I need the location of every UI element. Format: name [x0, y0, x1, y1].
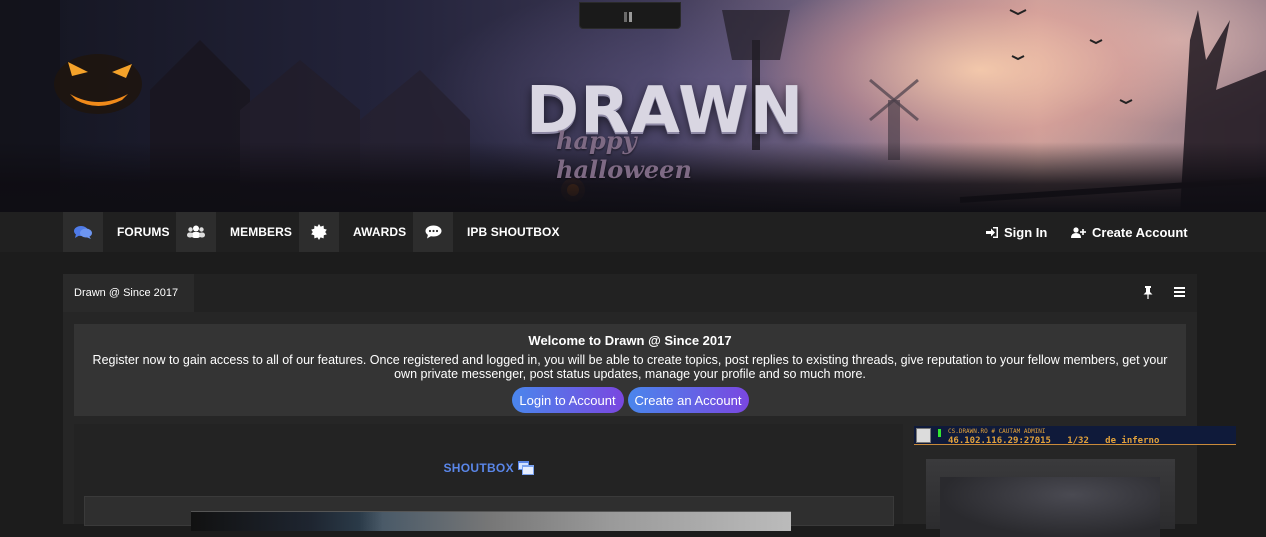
user-plus-icon: [1071, 226, 1086, 238]
sign-in-link[interactable]: Sign In: [986, 212, 1047, 252]
nav-item-forums[interactable]: FORUMS: [63, 212, 170, 252]
welcome-text: Register now to gain access to all of ou…: [92, 353, 1168, 381]
shoutbox-frame: [84, 496, 894, 531]
login-button[interactable]: Login to Account: [511, 387, 624, 413]
server-name: CS.DRAWN.RO # CAUTAM ADMINI: [948, 428, 1046, 435]
guest-welcome-message: Welcome to Drawn @ Since 2017 Register n…: [74, 324, 1186, 416]
game-server-banner[interactable]: CS.DRAWN.RO # CAUTAM ADMINI 46.102.116.2…: [914, 426, 1236, 446]
panel-tab-title[interactable]: Drawn @ Since 2017: [63, 274, 194, 312]
header-banner: DRAWN happy halloween: [0, 0, 1266, 212]
sidebar: CS.DRAWN.RO # CAUTAM ADMINI 46.102.116.2…: [914, 424, 1236, 537]
counter-strike-icon: [916, 428, 931, 443]
create-account-link[interactable]: Create Account: [1071, 212, 1188, 252]
content-panel: Drawn @ Since 2017 Welcome to Drawn @ Si…: [63, 274, 1236, 537]
windows-icon: [517, 460, 534, 475]
banner-toggle-button[interactable]: [579, 2, 681, 29]
nav-label-members: MEMBERS: [230, 225, 293, 239]
welcome-actions: Login to Account Create an Account: [74, 387, 1186, 413]
panel-header: Drawn @ Since 2017: [63, 274, 1197, 312]
award-badge-icon: [299, 212, 339, 252]
sidebar-widget-image: [940, 477, 1160, 537]
shoutbox-heading: SHOUTBOX: [74, 460, 903, 475]
sidebar-widget: [926, 459, 1175, 537]
shoutbox-section: SHOUTBOX: [74, 424, 903, 531]
welcome-title: Welcome to Drawn @ Since 2017: [528, 333, 732, 348]
server-map: de_inferno: [1105, 436, 1160, 446]
site-tagline: happy halloween: [556, 126, 692, 184]
nav-item-awards[interactable]: AWARDS: [299, 212, 406, 252]
sign-in-icon: [986, 226, 998, 238]
nav-label-forums: FORUMS: [117, 225, 170, 239]
server-online-indicator: [938, 429, 941, 437]
comments-icon: [63, 212, 103, 252]
speech-bubble-icon: [413, 212, 453, 252]
sign-in-label: Sign In: [1004, 224, 1048, 240]
nav-label-ipb-shoutbox: IPB SHOUTBOX: [467, 225, 560, 239]
main-navigation: FORUMS MEMBERS AWARDS IPB SHOUTBOX Sign …: [0, 212, 1266, 252]
nav-label-awards: AWARDS: [353, 225, 407, 239]
shoutbox-title: SHOUTBOX: [443, 460, 514, 475]
nav-item-ipb-shoutbox[interactable]: IPB SHOUTBOX: [413, 212, 560, 252]
create-account-button[interactable]: Create an Account: [627, 387, 749, 413]
server-details: 46.102.116.29:27015 1/32 de_inferno: [948, 436, 1159, 446]
server-address: 46.102.116.29:27015: [948, 436, 1051, 446]
server-players: 1/32: [1067, 436, 1089, 446]
pause-icon: [624, 12, 634, 22]
pin-icon[interactable]: [1143, 286, 1153, 299]
nav-item-members[interactable]: MEMBERS: [176, 212, 292, 252]
users-icon: [176, 212, 216, 252]
shoutbox-image: [191, 511, 791, 531]
create-account-label: Create Account: [1092, 224, 1188, 240]
hamburger-menu-icon[interactable]: [1174, 287, 1185, 297]
